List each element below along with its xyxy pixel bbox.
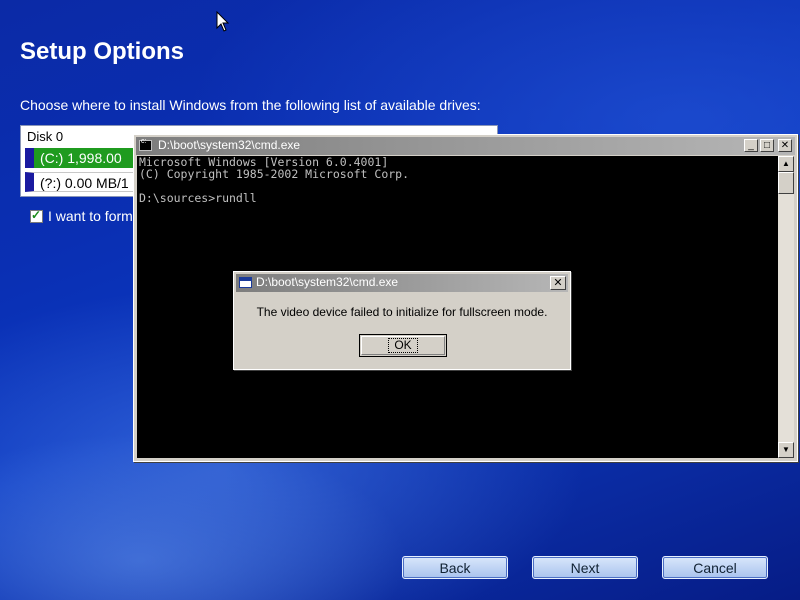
cmd-app-icon (139, 138, 152, 151)
maximize-icon[interactable]: □ (760, 139, 774, 152)
drive-list-header: Disk 0 (27, 129, 64, 144)
back-button[interactable]: Back (402, 556, 508, 579)
cmd-titlebar[interactable]: D:\boot\system32\cmd.exe _ □ ✕ (136, 137, 795, 155)
instruction-text: Choose where to install Windows from the… (20, 97, 481, 113)
cmd-window-title: D:\boot\system32\cmd.exe (158, 138, 301, 152)
format-checkbox[interactable] (30, 208, 43, 223)
ok-button-label: OK (388, 338, 418, 353)
cancel-button[interactable]: Cancel (662, 556, 768, 579)
dialog-message: The video device failed to initialize fo… (256, 305, 548, 319)
dialog-titlebar[interactable]: D:\boot\system32\cmd.exe ✕ (236, 274, 568, 292)
scroll-thumb[interactable] (778, 172, 794, 194)
console-output: Microsoft Windows [Version 6.0.4001] (C)… (139, 156, 409, 204)
close-icon[interactable]: ✕ (550, 276, 566, 290)
scroll-up-icon[interactable]: ▲ (778, 156, 794, 172)
page-title: Setup Options (20, 38, 184, 65)
dialog-title: D:\boot\system32\cmd.exe (256, 275, 399, 289)
format-checkbox-label: I want to form (48, 208, 133, 224)
console-prompt: D:\sources>rundll (139, 191, 257, 205)
scroll-down-icon[interactable]: ▼ (778, 442, 794, 458)
error-dialog[interactable]: D:\boot\system32\cmd.exe ✕ The video dev… (233, 271, 571, 370)
minimize-icon[interactable]: _ (744, 139, 758, 152)
console-line: (C) Copyright 1985-2002 Microsoft Corp. (139, 167, 410, 181)
next-button[interactable]: Next (532, 556, 638, 579)
arrow-cursor-icon (216, 11, 230, 32)
vertical-scrollbar[interactable]: ▲ ▼ (778, 156, 794, 458)
close-icon[interactable]: ✕ (778, 139, 792, 152)
dialog-window-icon (239, 277, 252, 288)
ok-button[interactable]: OK (359, 334, 447, 357)
format-option[interactable]: I want to form (30, 208, 133, 224)
